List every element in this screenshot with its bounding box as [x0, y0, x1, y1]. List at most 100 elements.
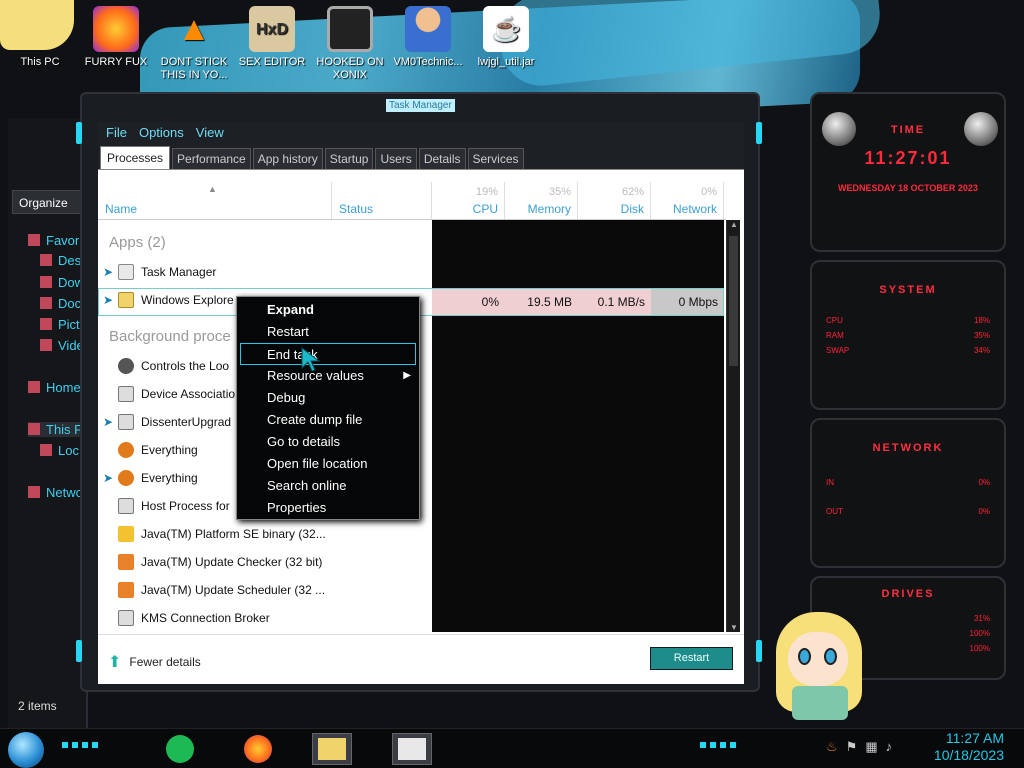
menu-item-open-file-location[interactable]: Open file location: [237, 453, 419, 475]
system-gadget: SYSTEM CPU 18% RAM 35% SWAP 34%: [810, 260, 1006, 410]
expand-chevron-icon[interactable]: ➤: [98, 415, 118, 429]
alien-icon: [964, 112, 998, 146]
process-row-task-manager[interactable]: ➤ Task Manager: [98, 258, 432, 286]
nav-this-pc[interactable]: This P: [28, 422, 84, 437]
column-cpu[interactable]: 19% CPU: [432, 182, 505, 220]
doctor-icon: [405, 6, 451, 52]
frame-accent: [756, 640, 762, 662]
video-icon: [40, 339, 52, 351]
desktop-icon-furry-fux[interactable]: FURRY FUX: [80, 6, 152, 69]
volume-icon[interactable]: ♪: [886, 739, 893, 755]
frame-accent: [756, 122, 762, 144]
menu-bar: File Options View: [98, 122, 744, 144]
process-row[interactable]: Java(TM) Update Checker (32 bit): [98, 548, 432, 576]
vertical-scrollbar[interactable]: ▲ ▼: [726, 220, 740, 632]
column-network[interactable]: 0% Network: [651, 182, 724, 220]
column-disk[interactable]: 62% Disk: [578, 182, 651, 220]
flag-icon[interactable]: ⚑: [846, 739, 858, 755]
chevron-up-icon: ⬆: [108, 654, 122, 671]
tab-processes[interactable]: Processes: [100, 146, 171, 169]
restart-button[interactable]: Restart: [650, 647, 733, 670]
cursor-icon: [301, 346, 321, 372]
task-manager-icon: [118, 264, 134, 280]
search-icon: [118, 470, 134, 486]
game-icon: [327, 6, 373, 52]
menu-item-expand[interactable]: Expand: [237, 299, 419, 321]
menu-file[interactable]: File: [102, 125, 131, 141]
network-icon[interactable]: ▦: [865, 739, 877, 755]
taskbar-explorer[interactable]: [312, 733, 352, 765]
scroll-down-icon[interactable]: ▼: [730, 623, 738, 632]
process-row[interactable]: Java(TM) Platform SE binary (32...: [98, 520, 432, 548]
start-button[interactable]: [8, 732, 44, 768]
nav-favorites[interactable]: Favor: [28, 233, 84, 248]
window-icon: [118, 498, 134, 514]
tab-performance[interactable]: Performance: [172, 148, 251, 169]
tab-app-history[interactable]: App history: [252, 148, 323, 169]
menu-view[interactable]: View: [192, 125, 228, 141]
window-icon: [118, 610, 134, 626]
spotify-icon: [166, 735, 194, 763]
menu-item-resource-values[interactable]: Resource values ▶: [237, 365, 419, 387]
desktop-icon-xonix[interactable]: HOOKED ON XONIX: [314, 6, 386, 82]
background-section-header: Background proce: [109, 328, 231, 345]
column-name[interactable]: ▲ Name: [98, 182, 332, 220]
gadget-date: WEDNESDAY 18 OCTOBER 2023: [838, 183, 978, 193]
desktop-icon: [40, 254, 52, 266]
menu-item-properties[interactable]: Properties: [237, 497, 419, 519]
frame-accent: [76, 640, 82, 662]
column-memory[interactable]: 35% Memory: [505, 182, 578, 220]
apps-section-header: Apps (2): [109, 234, 166, 251]
scroll-thumb[interactable]: [729, 236, 738, 366]
menu-item-restart[interactable]: Restart: [237, 321, 419, 343]
gadget-time: 11:27:01: [864, 148, 952, 168]
menu-item-end-task[interactable]: End task: [240, 343, 416, 365]
process-row[interactable]: Java(TM) Update Scheduler (32 ...: [98, 576, 432, 604]
java-icon: [118, 554, 134, 570]
tab-details[interactable]: Details: [418, 148, 466, 169]
gear-icon: [118, 358, 134, 374]
nav-network[interactable]: Netwo: [28, 485, 84, 500]
fewer-details-toggle[interactable]: ⬆ Fewer details: [108, 652, 201, 672]
character-icon: [17, 6, 63, 52]
organize-button[interactable]: Organize: [12, 190, 82, 214]
menu-item-search-online[interactable]: Search online: [237, 475, 419, 497]
tab-users[interactable]: Users: [375, 148, 417, 169]
taskbar: ♨ ⚑ ▦ ♪ 11:27 AM 10/18/2023: [0, 728, 1024, 768]
firefox-icon: [244, 735, 272, 763]
sort-arrow-icon: ▲: [208, 184, 217, 194]
menu-item-go-to-details[interactable]: Go to details: [237, 431, 419, 453]
menu-item-debug[interactable]: Debug: [237, 387, 419, 409]
home-icon: [28, 381, 40, 393]
cartoon-character: [770, 598, 870, 722]
search-icon: [118, 442, 134, 458]
desktop-icon-vm0[interactable]: VM0Technic...: [392, 6, 464, 69]
tab-startup[interactable]: Startup: [324, 148, 374, 169]
process-row[interactable]: KMS Connection Broker: [98, 604, 432, 632]
taskbar-clock[interactable]: 11:27 AM 10/18/2023: [934, 730, 1004, 764]
taskbar-firefox[interactable]: [238, 733, 278, 765]
expand-chevron-icon[interactable]: ➤: [98, 265, 118, 279]
footer-bar: ⬆ Fewer details Restart: [98, 634, 744, 684]
scroll-up-icon[interactable]: ▲: [730, 220, 738, 229]
menu-options[interactable]: Options: [135, 125, 188, 141]
java-icon: [118, 526, 134, 542]
column-status[interactable]: Status: [332, 182, 432, 220]
taskbar-spotify[interactable]: [160, 733, 200, 765]
menu-item-create-dump-file[interactable]: Create dump file: [237, 409, 419, 431]
taskbar-task-manager[interactable]: [392, 733, 432, 765]
process-metrics-area: [432, 220, 724, 632]
nav-home[interactable]: Home: [28, 380, 84, 395]
download-icon: [40, 276, 52, 288]
alien-icon: [822, 112, 856, 146]
frame-accent: [76, 122, 82, 144]
desktop-icon-lwjgl[interactable]: ☕ lwjgl_util.jar: [470, 6, 542, 69]
java-tray-icon[interactable]: ♨: [826, 739, 838, 755]
expand-chevron-icon[interactable]: ➤: [98, 471, 118, 485]
task-manager-window: File Options View Processes Performance …: [98, 122, 744, 684]
tab-services[interactable]: Services: [467, 148, 524, 169]
desktop-icon-hxd[interactable]: HxD SEX EDITOR: [236, 6, 308, 69]
desktop-icon-vlc[interactable]: ▲ DONT STICK THIS IN YO...: [158, 6, 230, 82]
desktop-icon-this-pc[interactable]: This PC: [4, 6, 76, 69]
explorer-status-items: 2 items: [18, 699, 57, 713]
